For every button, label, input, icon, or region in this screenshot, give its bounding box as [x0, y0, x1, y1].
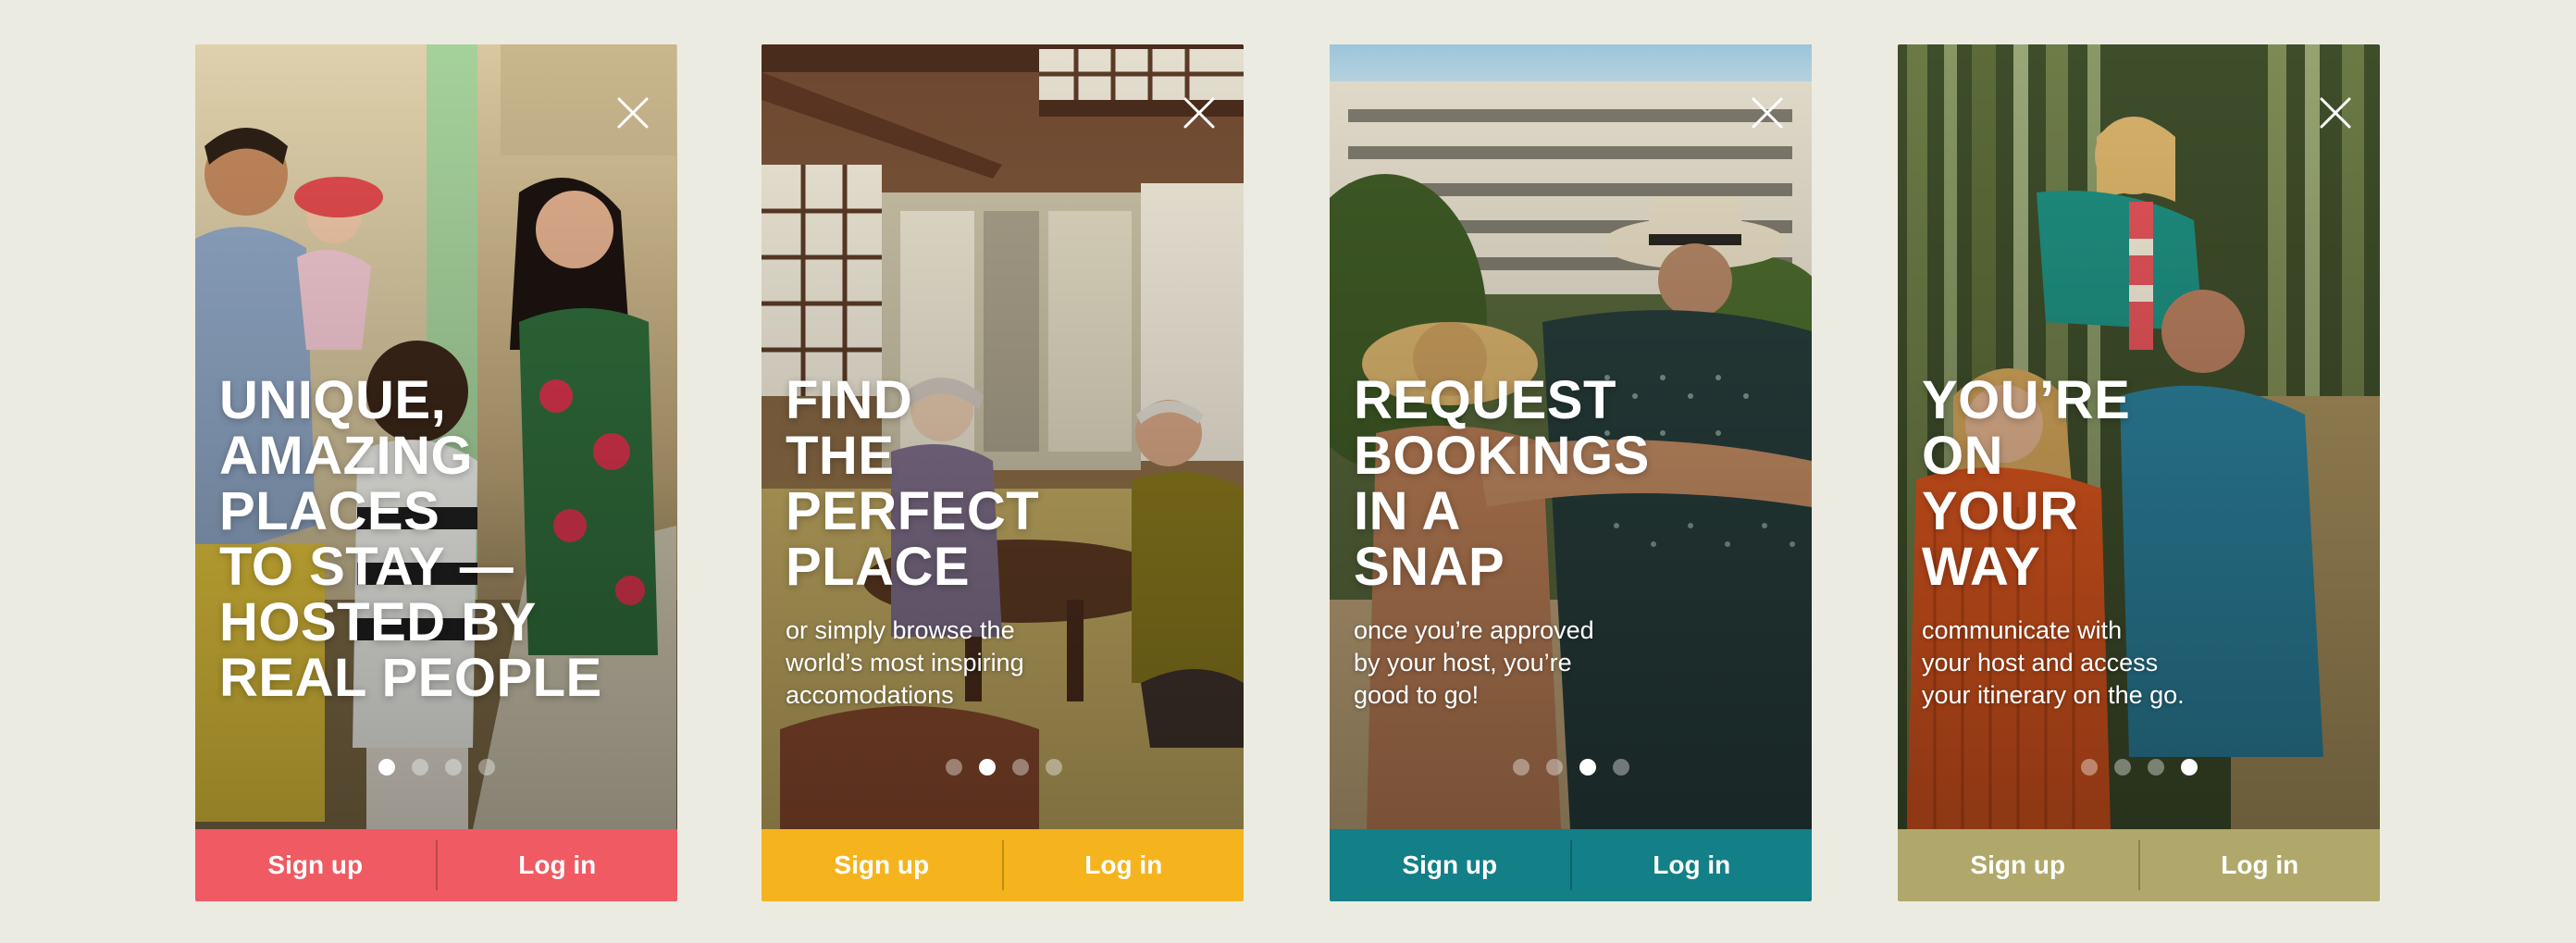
page-dot-3[interactable]	[1579, 759, 1596, 775]
close-button[interactable]	[1183, 96, 1216, 130]
onboarding-subtitle: once you’re approved by your host, you’r…	[1354, 616, 1594, 709]
onboarding-screen-2: FIND THE PERFECT PLACE or simply browse …	[762, 44, 1244, 901]
onboarding-screens: UNIQUE, AMAZING PLACES TO STAY — HOSTED …	[0, 0, 2576, 943]
log-in-button[interactable]: Log in	[1572, 829, 1813, 901]
page-dot-1[interactable]	[1512, 759, 1530, 775]
onboarding-headline: YOU’RE ON YOUR WAY	[1922, 370, 2131, 597]
log-in-button[interactable]: Log in	[2140, 829, 2381, 901]
onboarding-screen-1: UNIQUE, AMAZING PLACES TO STAY — HOSTED …	[195, 44, 677, 901]
onboarding-subtitle: or simply browse the world’s most inspir…	[786, 616, 1024, 709]
page-dot-1[interactable]	[2080, 759, 2098, 775]
sign-up-button[interactable]: Sign up	[195, 829, 436, 901]
auth-bar: Sign up Log in	[195, 829, 677, 901]
page-indicator	[195, 759, 677, 775]
page-dot-4[interactable]	[2180, 759, 2198, 775]
sign-up-button[interactable]: Sign up	[1898, 829, 2138, 901]
onboarding-headline: REQUEST BOOKINGS IN A SNAP	[1354, 370, 1650, 597]
onboarding-screen-4: YOU’RE ON YOUR WAY communicate with your…	[1898, 44, 2380, 901]
page-dot-1[interactable]	[378, 759, 395, 775]
auth-bar: Sign up Log in	[1898, 829, 2380, 901]
close-button[interactable]	[616, 96, 650, 130]
auth-bar: Sign up Log in	[1330, 829, 1812, 901]
onboarding-headline: UNIQUE, AMAZING PLACES TO STAY — HOSTED …	[219, 370, 602, 708]
page-indicator	[1330, 759, 1812, 775]
page-dot-2[interactable]	[1545, 759, 1563, 775]
onboarding-screen-3: REQUEST BOOKINGS IN A SNAP once you’re a…	[1330, 44, 1812, 901]
page-dot-2[interactable]	[979, 759, 996, 775]
close-button[interactable]	[2319, 96, 2352, 130]
close-icon	[1752, 97, 1783, 129]
sign-up-button[interactable]: Sign up	[762, 829, 1002, 901]
page-dot-4[interactable]	[1046, 759, 1062, 775]
close-button[interactable]	[1751, 96, 1784, 130]
page-dot-3[interactable]	[444, 759, 462, 775]
close-icon	[2320, 97, 2351, 129]
onboarding-headline: FIND THE PERFECT PLACE	[786, 370, 1040, 597]
page-indicator	[1898, 759, 2380, 775]
page-dot-1[interactable]	[946, 759, 962, 775]
auth-bar: Sign up Log in	[762, 829, 1244, 901]
page-dot-3[interactable]	[1012, 759, 1029, 775]
log-in-button[interactable]: Log in	[1004, 829, 1245, 901]
close-icon	[617, 97, 649, 129]
sign-up-button[interactable]: Sign up	[1330, 829, 1570, 901]
page-dot-4[interactable]	[477, 759, 495, 775]
close-icon	[1183, 97, 1215, 129]
page-dot-2[interactable]	[2113, 759, 2131, 775]
page-dot-4[interactable]	[1612, 759, 1629, 775]
page-dot-3[interactable]	[2147, 759, 2164, 775]
onboarding-subtitle: communicate with your host and access yo…	[1922, 616, 2185, 709]
page-dot-2[interactable]	[411, 759, 428, 775]
page-indicator	[762, 759, 1244, 775]
log-in-button[interactable]: Log in	[438, 829, 678, 901]
